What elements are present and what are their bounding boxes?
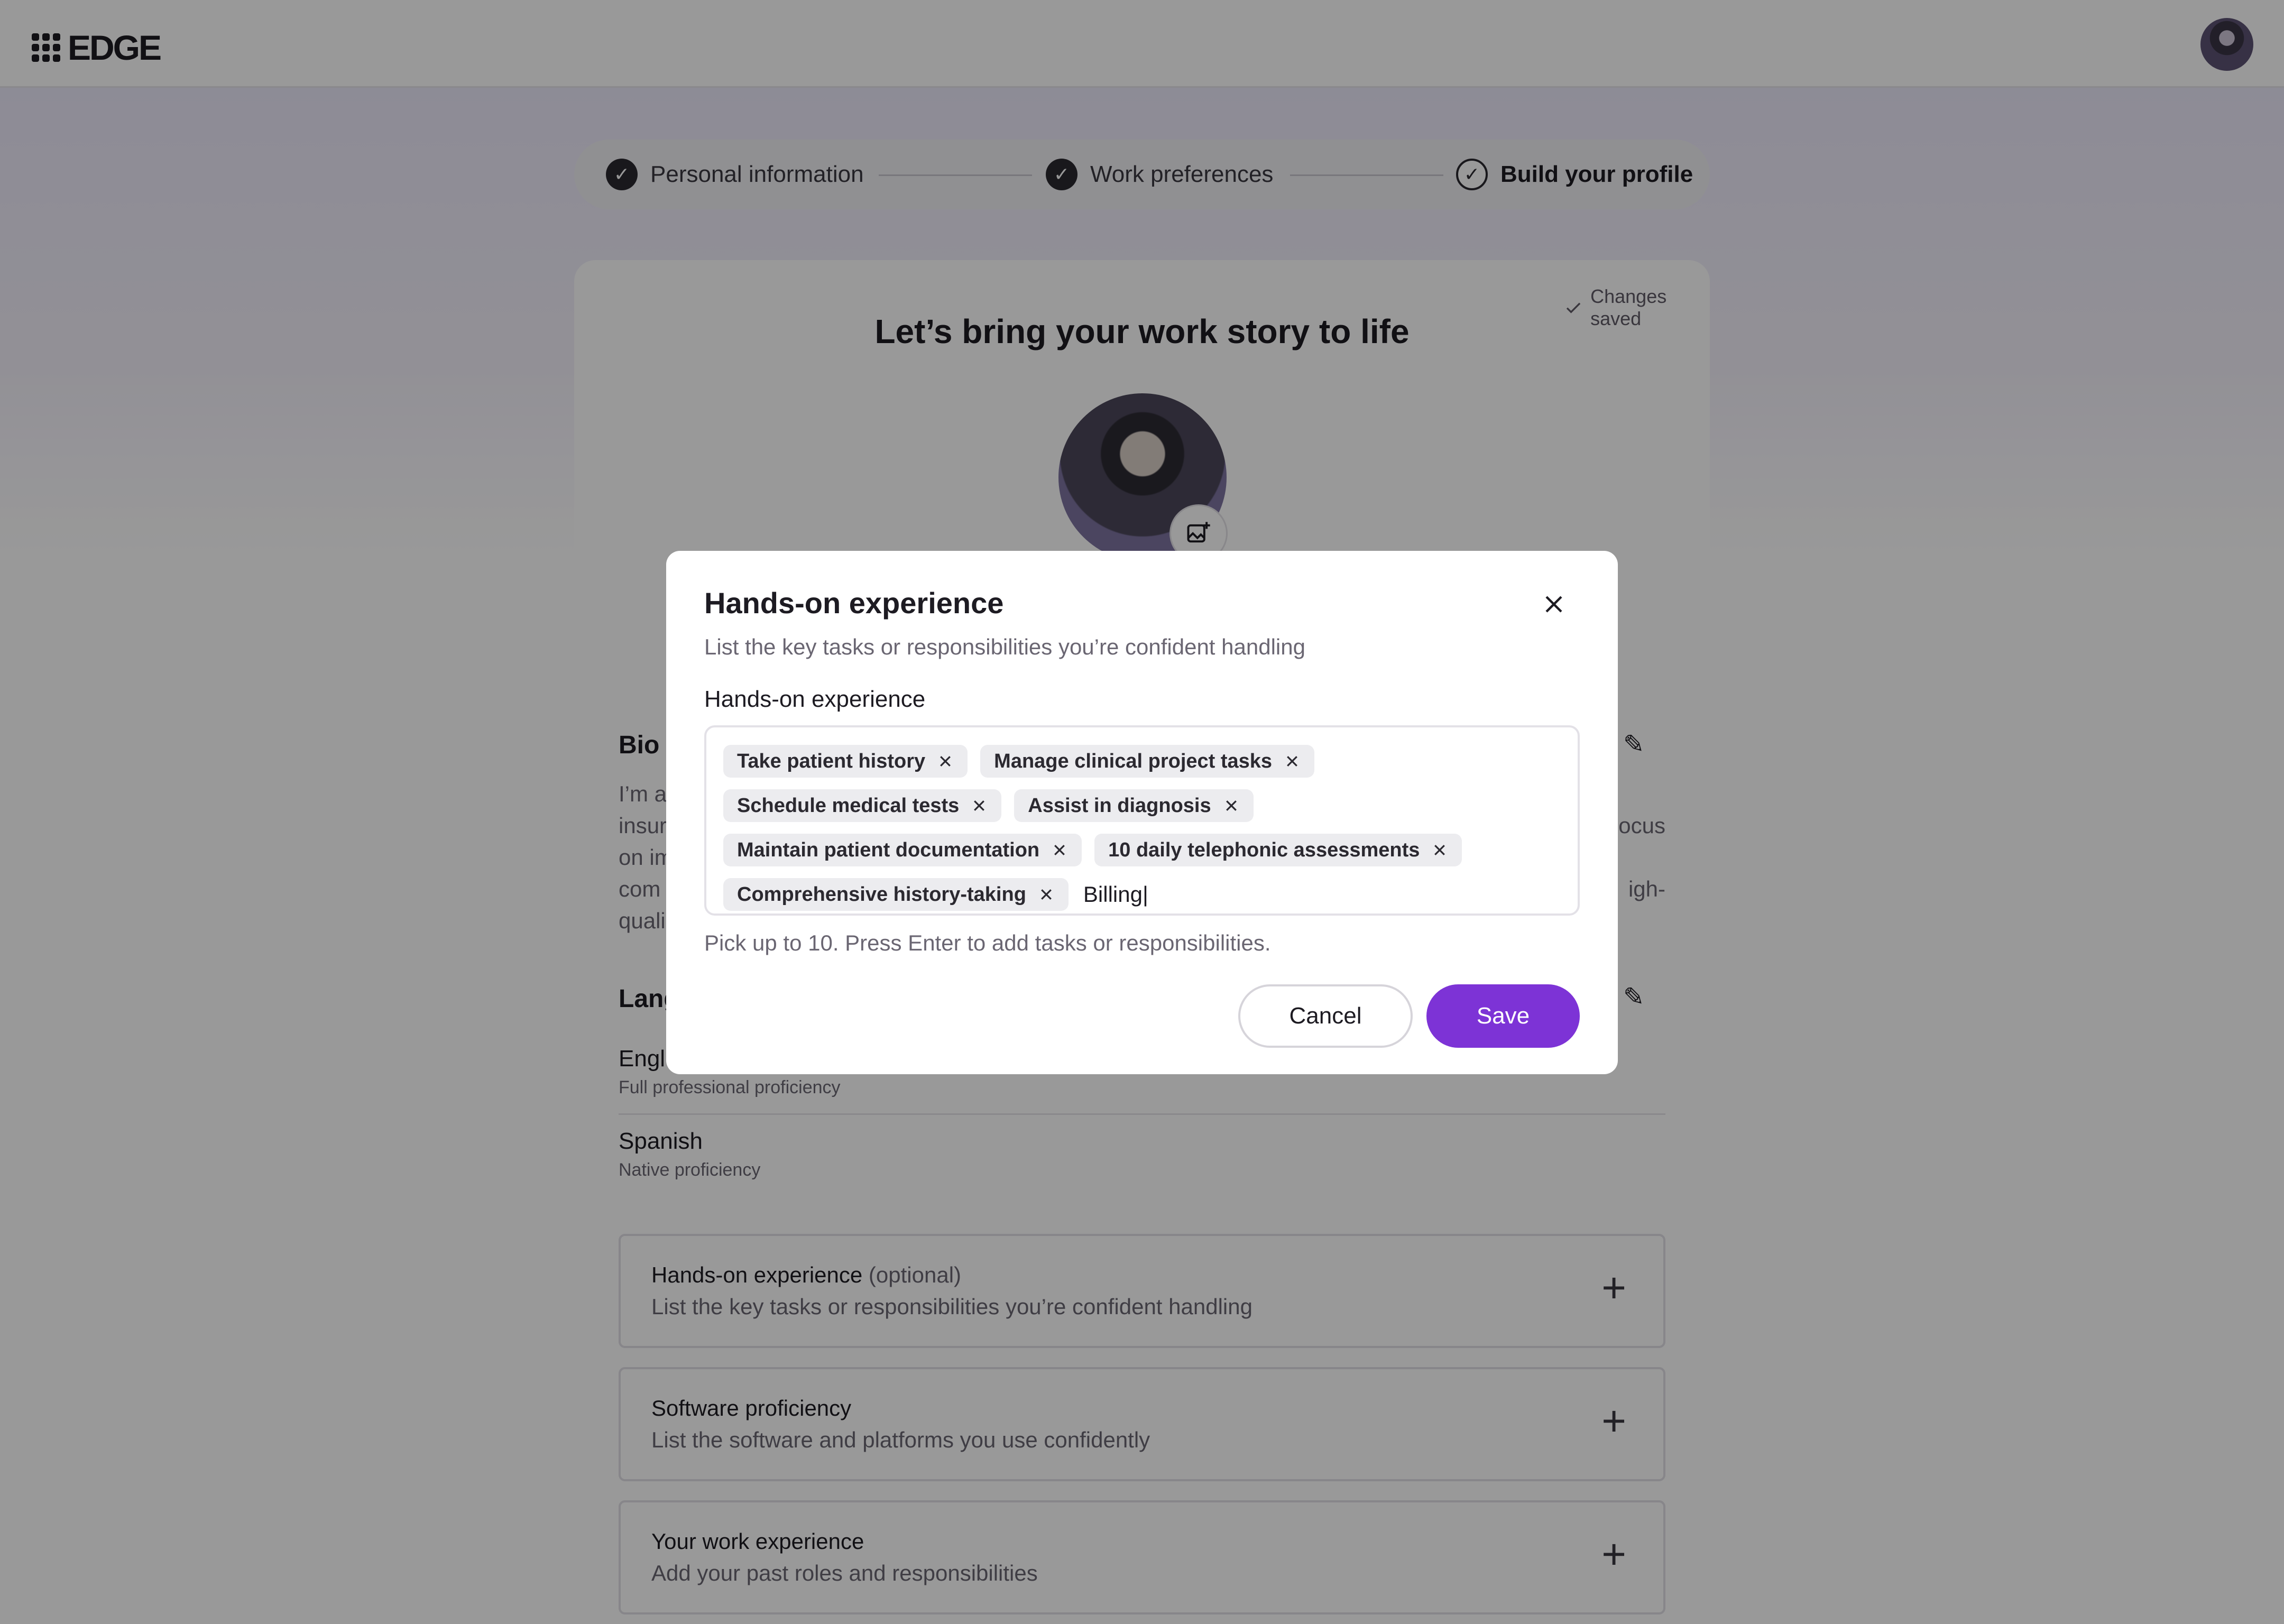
remove-tag-button[interactable] [1038, 886, 1055, 903]
close-icon [1287, 756, 1297, 767]
tag-row: Take patient history Manage clinical pro… [723, 739, 1578, 783]
tag-chip: Assist in diagnosis [1014, 789, 1254, 822]
tag-text-input[interactable]: Billing| [1083, 882, 1148, 907]
tag-label: Schedule medical tests [737, 794, 960, 817]
tag-chip: Manage clinical project tasks [980, 745, 1315, 778]
save-button[interactable]: Save [1426, 984, 1580, 1048]
tag-input-field[interactable]: Take patient history Manage clinical pro… [704, 725, 1580, 916]
tag-chip: 10 daily telephonic assessments [1094, 834, 1462, 866]
tag-row: Schedule medical tests Assist in diagnos… [723, 783, 1578, 828]
tag-label: 10 daily telephonic assessments [1108, 838, 1420, 861]
tag-label: Comprehensive history-taking [737, 883, 1026, 906]
tag-chip: Comprehensive history-taking [723, 878, 1069, 911]
tag-label: Manage clinical project tasks [994, 750, 1273, 772]
remove-tag-button[interactable] [1431, 842, 1448, 859]
close-icon [1054, 845, 1065, 855]
dialog-title: Hands-on experience [704, 586, 1004, 620]
helper-text: Pick up to 10. Press Enter to add tasks … [704, 930, 1271, 955]
tag-chip: Schedule medical tests [723, 789, 1002, 822]
remove-tag-button[interactable] [937, 753, 954, 770]
tag-label: Maintain patient documentation [737, 838, 1040, 861]
remove-tag-button[interactable] [1223, 797, 1240, 814]
tag-chip: Take patient history [723, 745, 968, 778]
tag-row: Comprehensive history-taking Billing| [723, 872, 1578, 917]
close-button[interactable] [1535, 586, 1572, 623]
field-label: Hands-on experience [704, 686, 926, 712]
tag-label: Assist in diagnosis [1028, 794, 1211, 817]
close-icon [1545, 596, 1562, 613]
close-icon [940, 756, 951, 767]
hands-on-experience-dialog: Hands-on experience List the key tasks o… [666, 551, 1618, 1074]
close-icon [1226, 800, 1237, 811]
remove-tag-button[interactable] [971, 797, 988, 814]
close-icon [974, 800, 985, 811]
close-icon [1041, 889, 1052, 900]
close-icon [1434, 845, 1445, 855]
remove-tag-button[interactable] [1284, 753, 1301, 770]
remove-tag-button[interactable] [1051, 842, 1068, 859]
tag-label: Take patient history [737, 750, 926, 772]
cancel-button[interactable]: Cancel [1238, 984, 1413, 1048]
dialog-subtitle: List the key tasks or responsibilities y… [704, 634, 1305, 659]
tag-chip: Maintain patient documentation [723, 834, 1082, 866]
tag-row: Maintain patient documentation 10 daily … [723, 828, 1578, 872]
